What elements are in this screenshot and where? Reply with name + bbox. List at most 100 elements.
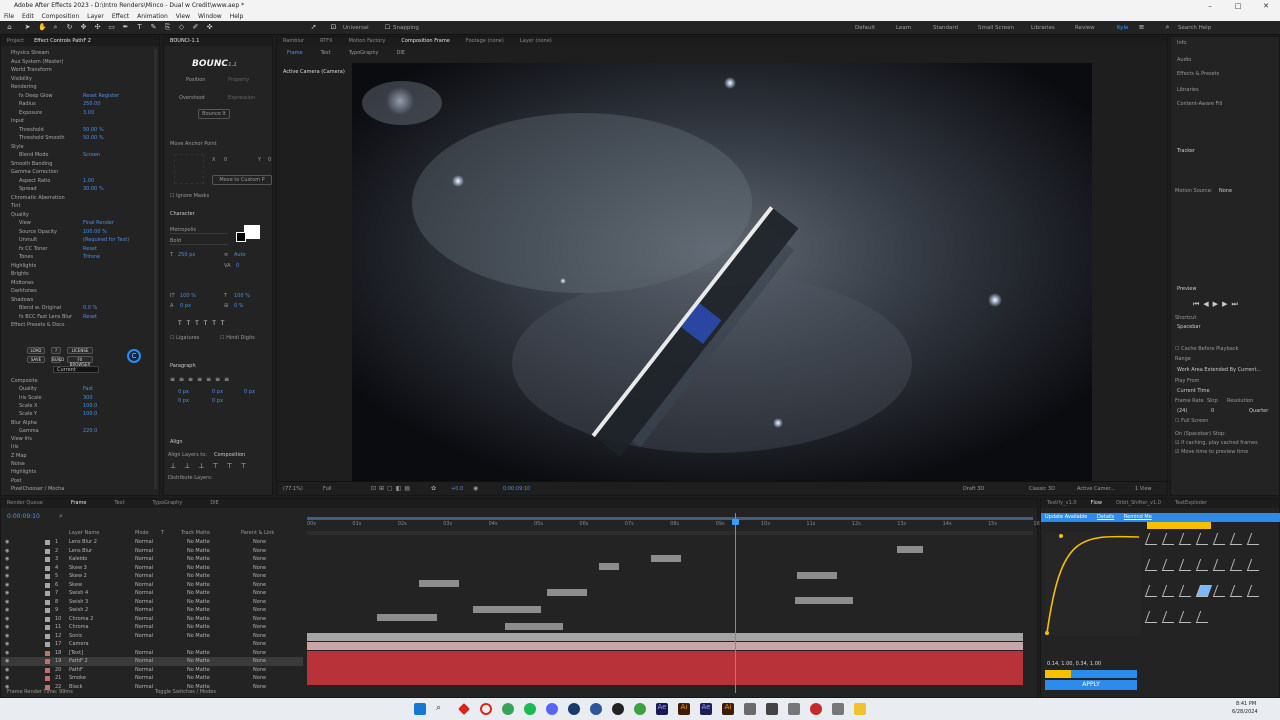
details-link[interactable]: Details [1097,514,1114,520]
playhead-handle[interactable] [732,519,739,525]
effect-row[interactable]: Unmult (Required for Text) [1,236,129,245]
views-dropdown[interactable]: 1 View [1135,486,1152,492]
flow-preset-curve-icon[interactable] [1195,559,1213,571]
effect-row[interactable]: Smooth Banding [1,160,52,169]
after-effects-icon[interactable]: Ae [656,703,668,715]
layer-mode[interactable]: Normal [135,589,153,598]
search-icon[interactable]: ⌕ [1164,24,1171,31]
bcc-button[interactable]: BUILD [51,356,64,363]
layer-name[interactable]: PathF 2 [69,657,88,666]
flow-preset-curve-icon[interactable] [1195,611,1213,623]
layer-parent[interactable]: None [253,598,266,607]
tab-property[interactable]: Property [228,77,249,83]
effect-row[interactable]: fx BCC Fast Lens Blur Reset [1,313,97,322]
file-explorer-icon[interactable] [854,703,866,715]
right-panel-item[interactable]: Info [1177,40,1186,46]
flow-preset-curve-icon[interactable] [1161,585,1179,597]
layer-mode[interactable]: Normal [135,666,153,675]
baseline-value[interactable]: 0 px [180,303,191,309]
effect-row[interactable]: Z Map [1,452,27,461]
tab-position[interactable]: Position [186,77,205,83]
layer-track-matte[interactable]: No Matte [187,572,210,581]
effect-row[interactable]: Brights [1,270,29,279]
effect-row[interactable]: Tones Tritone [1,253,100,262]
bounce-it-button[interactable]: Bounce It [198,109,230,119]
menu-effect[interactable]: Effect [112,12,129,21]
table-row[interactable]: ◉ 10 Chroma 2 Normal No Matte None [1,615,303,624]
layer-name[interactable]: Smoke [69,674,86,683]
layer-name[interactable]: Kaleido [69,555,87,564]
layer-parent[interactable]: None [253,555,266,564]
layer-track-matte[interactable]: No Matte [187,547,210,556]
effect-row[interactable]: Radius 250.00 [1,100,101,109]
layer-mode[interactable]: Normal [135,606,153,615]
layer-name[interactable]: Chroma 2 [69,615,93,624]
workspace-default[interactable]: Default [855,21,875,35]
fill-color-swatch[interactable] [244,225,260,239]
visibility-eye-icon[interactable]: ◉ [5,589,9,598]
effect-row[interactable]: Post [1,477,21,486]
right-panel-item[interactable]: Libraries [1177,87,1199,93]
layer-mode[interactable]: Normal [135,683,153,692]
move-time-checkbox[interactable]: ☑ Move time to preview time [1175,449,1248,455]
effect-row[interactable]: Blend w. Original 0.0 % [1,304,97,313]
layer-mode[interactable]: Normal [135,674,153,683]
camera-tool-icon[interactable]: ✥ [80,24,87,31]
layer-track-matte[interactable]: No Matte [187,538,210,547]
type-tool-icon[interactable]: T [136,24,143,31]
layer-parent[interactable]: None [253,632,266,641]
bcc-button[interactable]: ? [51,347,61,354]
rotate-tool-icon[interactable]: ↻ [66,24,73,31]
visibility-eye-icon[interactable]: ◉ [5,564,9,573]
flow-preset-curve-icon[interactable] [1161,559,1179,571]
arrow-icon[interactable]: ➚ [310,24,317,31]
workspace-standard[interactable]: Standard [933,21,958,35]
effect-row-value[interactable]: Reset [83,245,97,254]
layer-clip-bar[interactable] [377,614,437,621]
flow-preset-curve-icon[interactable] [1212,533,1230,545]
apply-button[interactable]: APPLY [1045,680,1137,690]
menu-edit[interactable]: Edit [22,12,34,21]
table-row[interactable]: ◉ 2 Lens Blur Normal No Matte None [1,547,303,556]
flow-preset-curve-icon[interactable] [1229,585,1247,597]
effect-row[interactable]: fx CC Toner Reset [1,245,97,254]
layer-clip-bar[interactable] [797,571,837,579]
layer-parent[interactable]: None [253,683,266,692]
ai-secondary-icon[interactable]: Ai [722,703,734,715]
visibility-eye-icon[interactable]: ◉ [5,666,9,675]
layer-mode[interactable]: Normal [135,547,153,556]
table-row[interactable]: ◉ 21 Smoke Normal No Matte None [1,674,303,683]
visibility-eye-icon[interactable]: ◉ [5,538,9,547]
draft-3d-toggle[interactable]: Draft 3D [963,486,984,492]
effect-row[interactable]: Spread 30.00 % [1,185,104,194]
table-row[interactable]: ◉ 18 [Text] Normal No Matte None [1,649,303,658]
align-buttons[interactable]: ⊥⊥⊥⊤⊤⊤ [170,462,255,470]
bcc-button[interactable]: SAVE [27,356,45,363]
table-row[interactable]: ◉ 7 Swish 4 Normal No Matte None [1,589,303,598]
effect-row-value[interactable]: Screen [83,151,100,160]
table-row[interactable]: ◉ 1 Lens Blur 2 Normal No Matte None [1,538,303,547]
app-green-icon[interactable] [502,703,514,715]
effect-row-value[interactable]: Final Render [83,219,114,228]
layer-name[interactable]: [Text] [69,649,83,658]
layer-parent[interactable]: None [253,606,266,615]
play-from-dropdown[interactable]: Current Time [1177,388,1210,394]
indent-first-value[interactable]: 0 px [212,389,223,395]
effect-row[interactable]: Shadows [1,296,33,305]
visibility-eye-icon[interactable]: ◉ [5,555,9,564]
workspace-libraries[interactable]: Libraries [1031,21,1055,35]
flow-mode-blue[interactable] [1071,670,1137,678]
skip-dropdown[interactable]: 0 [1211,408,1214,414]
puppet-tool-icon[interactable]: ✜ [206,24,213,31]
layer-mode[interactable]: Normal [135,555,153,564]
effect-row-value[interactable]: 300 [83,394,93,403]
flow-preset-curve-icon[interactable] [1246,559,1264,571]
effect-row[interactable]: Threshold 50.00 % [1,126,104,135]
app-record-icon[interactable] [810,703,822,715]
space-before-value[interactable]: 0 px [178,398,189,404]
search-help[interactable]: Search Help [1178,21,1211,35]
flow-preset-curve-icon[interactable] [1144,559,1162,571]
workspace-menu-icon[interactable]: ≡ [1138,24,1145,31]
effect-row[interactable]: PixelChooser / Mocha [1,485,64,494]
effect-row[interactable]: Blend Mode Screen [1,151,100,160]
